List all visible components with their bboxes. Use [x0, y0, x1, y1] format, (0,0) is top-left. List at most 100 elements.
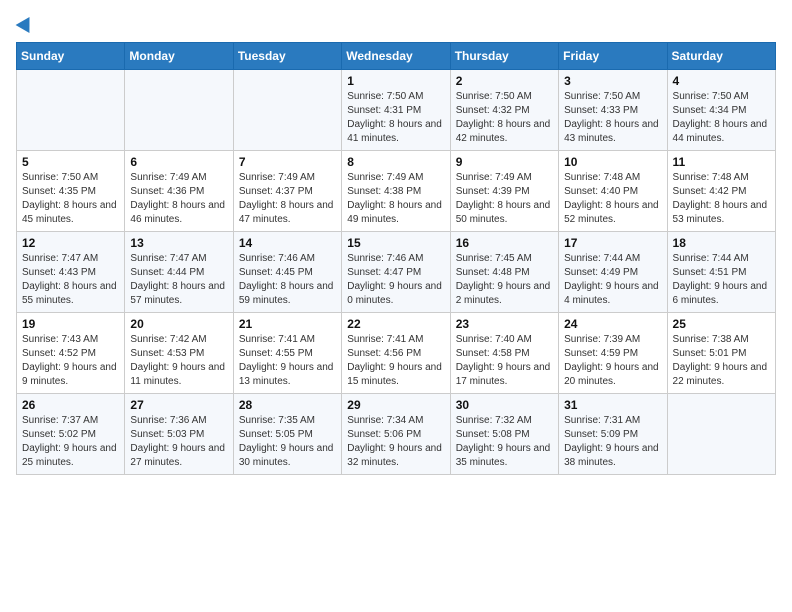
day-number: 6 — [130, 155, 227, 169]
day-header-wednesday: Wednesday — [342, 43, 450, 70]
day-info: Sunrise: 7:41 AMSunset: 4:56 PMDaylight:… — [347, 333, 444, 389]
calendar-cell: 19 Sunrise: 7:43 AMSunset: 4:52 PMDayligh… — [17, 313, 125, 394]
calendar-cell: 20 Sunrise: 7:42 AMSunset: 4:53 PMDayligh… — [125, 313, 233, 394]
day-number: 11 — [673, 155, 770, 169]
day-header-friday: Friday — [559, 43, 667, 70]
logo-triangle-icon — [16, 13, 37, 33]
calendar-week-row: 12Sunrise: 7:47 AMSunset: 4:43 PMDayligh… — [17, 232, 776, 313]
calendar-cell: 4 Sunrise: 7:50 AMSunset: 4:34 PMDaylight… — [667, 70, 775, 151]
calendar-cell: 18 Sunrise: 7:44 AMSunset: 4:51 PMDayligh… — [667, 232, 775, 313]
calendar-cell — [667, 394, 775, 475]
day-number: 2 — [456, 74, 553, 88]
calendar-header-row: SundayMondayTuesdayWednesdayThursdayFrid… — [17, 43, 776, 70]
day-info: Sunrise: 7:48 AMSunset: 4:42 PMDaylight:… — [673, 171, 770, 227]
calendar-cell: 30 Sunrise: 7:32 AMSunset: 5:08 PMDayligh… — [450, 394, 558, 475]
calendar-week-row: 1 Sunrise: 7:50 AMSunset: 4:31 PMDaylight… — [17, 70, 776, 151]
day-number: 13 — [130, 236, 227, 250]
day-number: 18 — [673, 236, 770, 250]
day-info: Sunrise: 7:31 AMSunset: 5:09 PMDaylight:… — [564, 414, 661, 470]
day-number: 20 — [130, 317, 227, 331]
day-number: 31 — [564, 398, 661, 412]
calendar-week-row: 26Sunrise: 7:37 AMSunset: 5:02 PMDayligh… — [17, 394, 776, 475]
calendar-cell: 22 Sunrise: 7:41 AMSunset: 4:56 PMDayligh… — [342, 313, 450, 394]
day-number: 4 — [673, 74, 770, 88]
day-info: Sunrise: 7:50 AMSunset: 4:33 PMDaylight:… — [564, 90, 661, 146]
day-header-thursday: Thursday — [450, 43, 558, 70]
day-number: 15 — [347, 236, 444, 250]
calendar-cell: 17 Sunrise: 7:44 AMSunset: 4:49 PMDayligh… — [559, 232, 667, 313]
calendar-cell: 11 Sunrise: 7:48 AMSunset: 4:42 PMDayligh… — [667, 151, 775, 232]
logo — [16, 16, 34, 30]
day-info: Sunrise: 7:34 AMSunset: 5:06 PMDaylight:… — [347, 414, 444, 470]
day-number: 25 — [673, 317, 770, 331]
day-number: 14 — [239, 236, 336, 250]
calendar-cell: 14 Sunrise: 7:46 AMSunset: 4:45 PMDayligh… — [233, 232, 341, 313]
calendar-cell — [233, 70, 341, 151]
day-info: Sunrise: 7:45 AMSunset: 4:48 PMDaylight:… — [456, 252, 553, 308]
day-number: 10 — [564, 155, 661, 169]
day-info: Sunrise: 7:32 AMSunset: 5:08 PMDaylight:… — [456, 414, 553, 470]
day-info: Sunrise: 7:36 AMSunset: 5:03 PMDaylight:… — [130, 414, 227, 470]
day-info: Sunrise: 7:46 AMSunset: 4:47 PMDaylight:… — [347, 252, 444, 308]
day-info: Sunrise: 7:44 AMSunset: 4:49 PMDaylight:… — [564, 252, 661, 308]
day-number: 24 — [564, 317, 661, 331]
calendar-cell: 1 Sunrise: 7:50 AMSunset: 4:31 PMDaylight… — [342, 70, 450, 151]
day-number: 27 — [130, 398, 227, 412]
day-info: Sunrise: 7:49 AMSunset: 4:39 PMDaylight:… — [456, 171, 553, 227]
day-number: 30 — [456, 398, 553, 412]
day-number: 21 — [239, 317, 336, 331]
calendar-cell — [125, 70, 233, 151]
day-info: Sunrise: 7:40 AMSunset: 4:58 PMDaylight:… — [456, 333, 553, 389]
day-info: Sunrise: 7:42 AMSunset: 4:53 PMDaylight:… — [130, 333, 227, 389]
day-info: Sunrise: 7:49 AMSunset: 4:38 PMDaylight:… — [347, 171, 444, 227]
calendar-cell: 24Sunrise: 7:39 AMSunset: 4:59 PMDayligh… — [559, 313, 667, 394]
day-number: 3 — [564, 74, 661, 88]
calendar-cell: 28 Sunrise: 7:35 AMSunset: 5:05 PMDayligh… — [233, 394, 341, 475]
day-header-sunday: Sunday — [17, 43, 125, 70]
day-info: Sunrise: 7:49 AMSunset: 4:36 PMDaylight:… — [130, 171, 227, 227]
day-number: 29 — [347, 398, 444, 412]
day-info: Sunrise: 7:48 AMSunset: 4:40 PMDaylight:… — [564, 171, 661, 227]
calendar-week-row: 5 Sunrise: 7:50 AMSunset: 4:35 PMDaylight… — [17, 151, 776, 232]
calendar-cell: 5 Sunrise: 7:50 AMSunset: 4:35 PMDaylight… — [17, 151, 125, 232]
day-number: 9 — [456, 155, 553, 169]
day-number: 17 — [564, 236, 661, 250]
day-number: 19 — [22, 317, 119, 331]
day-number: 16 — [456, 236, 553, 250]
day-info: Sunrise: 7:43 AMSunset: 4:52 PMDaylight:… — [22, 333, 119, 389]
day-header-tuesday: Tuesday — [233, 43, 341, 70]
calendar-cell: 8 Sunrise: 7:49 AMSunset: 4:38 PMDaylight… — [342, 151, 450, 232]
day-info: Sunrise: 7:37 AMSunset: 5:02 PMDaylight:… — [22, 414, 119, 470]
calendar-cell: 25Sunrise: 7:38 AMSunset: 5:01 PMDayligh… — [667, 313, 775, 394]
day-number: 7 — [239, 155, 336, 169]
day-number: 23 — [456, 317, 553, 331]
day-info: Sunrise: 7:46 AMSunset: 4:45 PMDaylight:… — [239, 252, 336, 308]
day-info: Sunrise: 7:50 AMSunset: 4:35 PMDaylight:… — [22, 171, 119, 227]
day-header-saturday: Saturday — [667, 43, 775, 70]
day-info: Sunrise: 7:50 AMSunset: 4:31 PMDaylight:… — [347, 90, 444, 146]
page-header — [16, 16, 776, 30]
calendar-cell — [17, 70, 125, 151]
calendar-table: SundayMondayTuesdayWednesdayThursdayFrid… — [16, 42, 776, 475]
day-header-monday: Monday — [125, 43, 233, 70]
calendar-cell: 10 Sunrise: 7:48 AMSunset: 4:40 PMDayligh… — [559, 151, 667, 232]
day-number: 5 — [22, 155, 119, 169]
day-info: Sunrise: 7:47 AMSunset: 4:44 PMDaylight:… — [130, 252, 227, 308]
day-number: 1 — [347, 74, 444, 88]
day-number: 22 — [347, 317, 444, 331]
calendar-cell: 3 Sunrise: 7:50 AMSunset: 4:33 PMDaylight… — [559, 70, 667, 151]
calendar-cell: 29 Sunrise: 7:34 AMSunset: 5:06 PMDayligh… — [342, 394, 450, 475]
calendar-cell: 7Sunrise: 7:49 AMSunset: 4:37 PMDaylight… — [233, 151, 341, 232]
day-info: Sunrise: 7:50 AMSunset: 4:32 PMDaylight:… — [456, 90, 553, 146]
calendar-week-row: 19 Sunrise: 7:43 AMSunset: 4:52 PMDayligh… — [17, 313, 776, 394]
calendar-cell: 13 Sunrise: 7:47 AMSunset: 4:44 PMDayligh… — [125, 232, 233, 313]
day-number: 8 — [347, 155, 444, 169]
calendar-cell: 21Sunrise: 7:41 AMSunset: 4:55 PMDayligh… — [233, 313, 341, 394]
calendar-cell: 2 Sunrise: 7:50 AMSunset: 4:32 PMDaylight… — [450, 70, 558, 151]
calendar-cell: 16 Sunrise: 7:45 AMSunset: 4:48 PMDayligh… — [450, 232, 558, 313]
day-info: Sunrise: 7:50 AMSunset: 4:34 PMDaylight:… — [673, 90, 770, 146]
day-number: 28 — [239, 398, 336, 412]
calendar-cell: 23 Sunrise: 7:40 AMSunset: 4:58 PMDayligh… — [450, 313, 558, 394]
day-info: Sunrise: 7:44 AMSunset: 4:51 PMDaylight:… — [673, 252, 770, 308]
day-info: Sunrise: 7:35 AMSunset: 5:05 PMDaylight:… — [239, 414, 336, 470]
